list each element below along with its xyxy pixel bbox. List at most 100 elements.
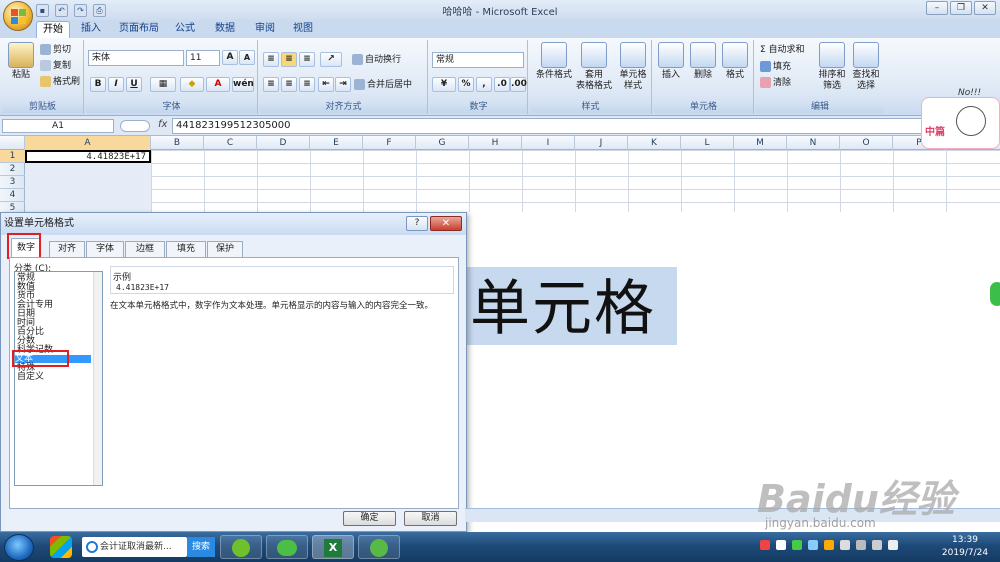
tray-icon[interactable] xyxy=(824,540,834,550)
clear-button[interactable]: 清除 xyxy=(760,77,791,89)
increase-decimal-button[interactable]: .0 xyxy=(494,77,510,92)
formula-input[interactable]: 441823199512305000 xyxy=(172,118,922,134)
column-header[interactable]: G xyxy=(416,136,469,150)
category-fraction[interactable]: 分数 xyxy=(17,337,91,346)
column-header[interactable]: L xyxy=(681,136,734,150)
merge-center-button[interactable]: 合并后居中 xyxy=(354,79,412,91)
office-button[interactable] xyxy=(3,1,33,31)
font-name-select[interactable]: 宋体 xyxy=(88,50,184,66)
ime-icon[interactable] xyxy=(760,540,770,550)
tab-protection[interactable]: 保护 xyxy=(207,241,243,257)
redo-icon[interactable]: ↷ xyxy=(74,3,87,17)
dialog-close-button[interactable]: ✕ xyxy=(430,216,462,231)
column-header[interactable]: B xyxy=(151,136,204,150)
find-select-button[interactable]: 查找和 选择 xyxy=(850,42,882,92)
close-window-button[interactable]: ✕ xyxy=(974,1,996,15)
category-general[interactable]: 常规 xyxy=(17,274,91,283)
tray-icon[interactable] xyxy=(856,540,866,550)
undo-icon[interactable]: ↶ xyxy=(55,3,68,17)
taskbar-app-browser[interactable] xyxy=(358,535,400,559)
start-button[interactable] xyxy=(4,534,34,561)
accounting-format-button[interactable]: ¥ xyxy=(432,77,456,92)
align-middle-button[interactable]: ≡ xyxy=(281,52,297,67)
row-header[interactable]: 3 xyxy=(0,176,25,189)
tab-insert[interactable]: 插入 xyxy=(76,21,106,38)
tray-icon[interactable] xyxy=(840,540,850,550)
align-top-button[interactable]: ≡ xyxy=(263,52,279,67)
font-color-button[interactable]: A xyxy=(206,77,230,92)
align-left-button[interactable]: ≡ xyxy=(263,77,279,92)
percent-button[interactable]: % xyxy=(458,77,474,92)
tray-icon[interactable] xyxy=(808,540,818,550)
column-header[interactable]: A xyxy=(25,136,151,150)
tab-data[interactable]: 数据 xyxy=(210,21,240,38)
dialog-help-button[interactable]: ? xyxy=(406,216,428,231)
category-scrollbar[interactable] xyxy=(93,272,102,485)
phonetic-button[interactable]: wén xyxy=(232,77,254,92)
app-launcher-icon[interactable] xyxy=(50,536,72,558)
column-header[interactable]: O xyxy=(840,136,893,150)
cell-grid[interactable] xyxy=(25,150,1000,212)
volume-icon[interactable] xyxy=(888,540,898,550)
tab-font[interactable]: 字体 xyxy=(86,241,124,257)
tab-home[interactable]: 开始 xyxy=(36,21,70,38)
category-accounting[interactable]: 会计专用 xyxy=(17,301,91,310)
insert-cells-button[interactable]: 插入 xyxy=(656,42,686,81)
tab-formulas[interactable]: 公式 xyxy=(170,21,200,38)
format-painter-button[interactable]: 格式刷 xyxy=(40,76,80,88)
align-center-button[interactable]: ≡ xyxy=(281,77,297,92)
column-header[interactable]: F xyxy=(363,136,416,150)
taskbar-app-excel[interactable]: X xyxy=(312,535,354,559)
category-percentage[interactable]: 百分比 xyxy=(17,328,91,337)
column-header[interactable]: E xyxy=(310,136,363,150)
column-header[interactable]: N xyxy=(787,136,840,150)
restore-button[interactable]: ❐ xyxy=(950,1,972,15)
side-floating-icon[interactable] xyxy=(990,282,1000,306)
network-icon[interactable] xyxy=(872,540,882,550)
select-all-corner[interactable] xyxy=(0,136,25,150)
conditional-format-button[interactable]: 条件格式 xyxy=(532,42,576,81)
increase-indent-button[interactable]: ⇥ xyxy=(335,77,351,92)
copy-button[interactable]: 复制 xyxy=(40,60,71,72)
font-size-select[interactable]: 11 xyxy=(186,50,220,66)
comma-button[interactable]: , xyxy=(476,77,492,92)
format-as-table-button[interactable]: 套用 表格格式 xyxy=(574,42,614,92)
minimize-button[interactable]: – xyxy=(926,1,948,15)
category-date[interactable]: 日期 xyxy=(17,310,91,319)
tray-icon[interactable] xyxy=(776,540,786,550)
row-header[interactable]: 4 xyxy=(0,189,25,202)
taskbar-app-360[interactable] xyxy=(220,535,262,559)
delete-cells-button[interactable]: 删除 xyxy=(688,42,718,81)
save-icon[interactable]: ▪ xyxy=(36,3,49,17)
name-box[interactable]: A1 xyxy=(2,119,114,133)
tab-view[interactable]: 视图 xyxy=(288,21,318,38)
print-preview-icon[interactable]: ⎙ xyxy=(93,3,106,17)
ok-button[interactable]: 确定 xyxy=(343,511,396,526)
sort-filter-button[interactable]: 排序和 筛选 xyxy=(816,42,848,92)
row-header[interactable]: 2 xyxy=(0,163,25,176)
category-list[interactable]: 常规 数值 货币 会计专用 日期 时间 百分比 分数 科学记数 文本 特殊 自定… xyxy=(14,271,103,486)
clock[interactable]: 13:39 2019/7/24 xyxy=(935,534,995,560)
column-header[interactable]: J xyxy=(575,136,628,150)
fill-color-button[interactable]: ◆ xyxy=(180,77,204,92)
shrink-font-button[interactable]: A xyxy=(239,50,255,65)
row-header[interactable]: 1 xyxy=(0,150,25,163)
grow-font-button[interactable]: A xyxy=(222,50,238,65)
insert-function-button[interactable]: fx xyxy=(158,119,167,130)
italic-button[interactable]: I xyxy=(108,77,124,92)
tab-page-layout[interactable]: 页面布局 xyxy=(114,21,164,38)
tab-review[interactable]: 审阅 xyxy=(250,21,280,38)
column-header[interactable]: I xyxy=(522,136,575,150)
tab-fill[interactable]: 填充 xyxy=(166,241,206,257)
underline-button[interactable]: U xyxy=(126,77,142,92)
borders-button[interactable]: ▦ xyxy=(150,77,176,92)
cut-button[interactable]: 剪切 xyxy=(40,44,71,56)
category-custom[interactable]: 自定义 xyxy=(17,373,91,382)
wrap-text-button[interactable]: 自动换行 xyxy=(352,54,401,66)
function-cancel-enter[interactable] xyxy=(120,120,150,132)
column-header[interactable]: D xyxy=(257,136,310,150)
bold-button[interactable]: B xyxy=(90,77,106,92)
format-cells-button[interactable]: 格式 xyxy=(720,42,750,81)
align-right-button[interactable]: ≡ xyxy=(299,77,315,92)
cell-a1[interactable]: 4.41823E+17 xyxy=(25,150,151,163)
